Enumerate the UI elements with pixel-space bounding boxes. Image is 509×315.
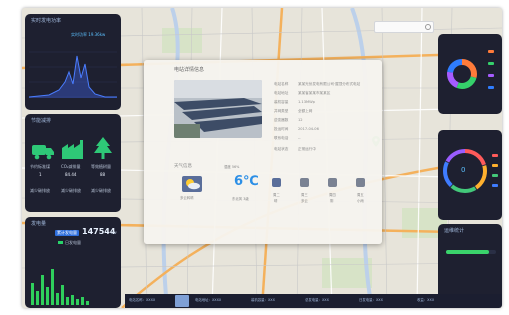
forecast-day: 周四: [329, 193, 336, 197]
coal-saving-label: 节约标准煤: [30, 164, 50, 169]
search-icon: [425, 24, 431, 30]
info-station-status: 电站状态 正常运行中: [274, 147, 316, 151]
co2-reduction-value: 84.44: [65, 172, 77, 177]
humidity-label: 湿度 56%: [224, 165, 240, 169]
panel-title: 实时发电功率: [31, 18, 62, 24]
tree-icon: [94, 137, 112, 159]
weather-section-title: 天气信息: [174, 164, 192, 169]
alarm-count: 0: [461, 166, 466, 174]
bottom-item: 电站地址：XXXX: [195, 298, 222, 302]
station-thumbnail[interactable]: [175, 295, 189, 307]
temperature-value: 6℃: [234, 174, 259, 189]
info-contact-phone: 联系电话 --: [274, 136, 301, 140]
generation-panel: 发电量 累计发电量 147544 kw 日发电量: [25, 217, 121, 308]
info-capacity: 装机容量 1.13MWp: [274, 100, 315, 104]
tree-equivalent-label: 等效植树量: [91, 164, 111, 169]
truck-icon: [32, 145, 54, 160]
legend-swatch: [492, 174, 498, 177]
forecast-desc: 晴: [274, 199, 278, 203]
panel-title: 节能减排: [31, 118, 52, 124]
bottom-item: 日发电量：XXX: [359, 298, 383, 302]
power-line-chart: [29, 51, 117, 98]
bottom-item: 总发电量：XXX: [305, 298, 329, 302]
bottom-item: 收益：XXX: [417, 298, 435, 302]
forecast-icon: [356, 178, 365, 187]
legend-swatch: [488, 74, 494, 77]
info-commission-date: 投运时间 2017-04-06: [274, 127, 319, 131]
info-station-address: 电站地址 某某省某某市某某区: [274, 91, 331, 95]
co2-reduction-sub: 减少碳排放: [61, 188, 81, 193]
power-curve-panel: 实时发电功率 实时功率 19.36kw: [25, 14, 121, 110]
popup-title: 电站详情信息: [174, 67, 205, 73]
realtime-power-label: 实时功率 19.36kw: [71, 32, 106, 37]
bottom-item: 电站名称：XXXX: [129, 298, 156, 302]
tree-equivalent-sub: 减少碳排放: [91, 188, 111, 193]
bottom-info-bar: 电站名称：XXXX 电站地址：XXXX 装机容量：XXX 总发电量：XXX 日发…: [125, 294, 502, 308]
legend-swatch: [492, 154, 498, 157]
equipment-donut-chart: [447, 59, 477, 89]
forecast-desc: 阴: [330, 199, 334, 203]
daily-generation-legend: 日发电量: [65, 240, 81, 245]
forecast-desc: 小雨: [357, 199, 364, 203]
weather-city: 多云转晴: [180, 196, 194, 200]
legend-swatch: [58, 241, 63, 244]
tree-equivalent-value: 88: [100, 172, 106, 177]
info-station-name: 电站名称 某某光伏发电有限公司·屋顶分布式电站: [274, 82, 361, 86]
info-inverter-count: 逆变器数 12: [274, 118, 303, 122]
forecast-day: 周三: [301, 193, 308, 197]
forecast-day: 周二: [273, 193, 280, 197]
factory-icon: [62, 140, 83, 159]
forecast-day: 周五: [357, 193, 364, 197]
legend-swatch: [488, 86, 494, 89]
legend-swatch: [488, 50, 494, 53]
forecast-icon: [300, 178, 309, 187]
dashboard-screen: 实时发电功率 实时功率 19.36kw 节能减排 节约标准煤 CO₂减排量 等效…: [22, 8, 502, 308]
forecast-icon: [328, 178, 337, 187]
alarm-ring-panel: 0: [438, 130, 502, 220]
station-detail-popup: 电站详情信息 电站名称 某某光伏发电有限公司·屋顶分布式电站 电站地址 某某省某某市…: [144, 60, 382, 244]
cloud-sun-icon: [182, 176, 202, 192]
info-grid-type: 并网类型 全额上网: [274, 109, 313, 113]
bottom-item: 装机容量：XXX: [251, 298, 275, 302]
forecast-icon: [272, 178, 281, 187]
maintenance-progress-fill: [446, 250, 489, 254]
wind-label: 东北风 3级: [232, 197, 249, 201]
energy-saving-panel: 节能减排 节约标准煤 CO₂减排量 等效植树量 1 84.44 88 减少碳排放…: [25, 114, 121, 212]
legend-swatch: [492, 164, 498, 167]
legend-swatch: [492, 184, 498, 187]
total-generation-badge: 累计发电量: [55, 230, 79, 236]
total-generation-unit: kw: [111, 230, 117, 235]
co2-reduction-label: CO₂减排量: [61, 164, 81, 169]
panel-title: 发电量: [31, 221, 47, 227]
forecast-desc: 多云: [301, 199, 308, 203]
legend-swatch: [488, 62, 494, 65]
panel-title: 运维统计: [444, 228, 465, 234]
maintenance-progress-track: [446, 250, 496, 254]
map-search-input[interactable]: [374, 21, 434, 33]
coal-saving-value: 1: [39, 172, 42, 177]
equipment-status-panel: [438, 34, 502, 114]
generation-bar-chart: [31, 269, 89, 305]
station-photo: [174, 80, 262, 138]
coal-saving-sub: 减少碳排放: [30, 188, 50, 193]
